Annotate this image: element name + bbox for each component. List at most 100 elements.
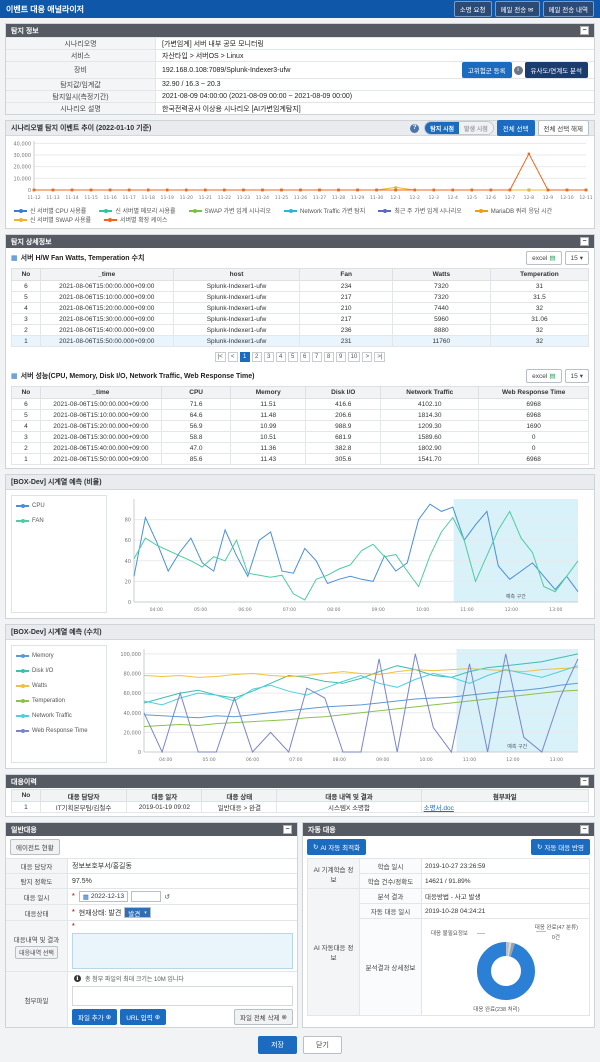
column-header: Network Traffic bbox=[381, 387, 479, 399]
table-cell: 3 bbox=[12, 314, 41, 325]
select-result-button[interactable]: 대응내역 선택 bbox=[15, 946, 58, 959]
add-url-button[interactable]: URL 입력⊕ bbox=[120, 1009, 166, 1025]
legend-label: 신 서버별 메모리 사용률 bbox=[115, 206, 175, 215]
page-button[interactable]: 9 bbox=[336, 352, 346, 362]
reset-icon[interactable]: ↺ bbox=[164, 893, 170, 901]
table-cell: 31.06 bbox=[490, 314, 588, 325]
status-select[interactable]: 발견 ▾ bbox=[124, 907, 150, 918]
delete-all-files-button[interactable]: 파일 전체 삭제⊗ bbox=[234, 1009, 293, 1025]
mail-history-button[interactable]: 메일 전송 내역 bbox=[543, 1, 595, 17]
apply-auto-response-button[interactable]: ↻ 자동 대응 반영 bbox=[531, 839, 590, 855]
page-button[interactable]: > bbox=[362, 352, 372, 362]
attachment-link[interactable]: 소명서.doc bbox=[421, 802, 588, 813]
page-button[interactable]: < bbox=[228, 352, 238, 362]
page-button[interactable]: 2 bbox=[252, 352, 262, 362]
page-button[interactable]: >| bbox=[374, 352, 385, 362]
svg-text:11-13: 11-13 bbox=[46, 195, 59, 201]
column-header: 대응 담당자 bbox=[40, 790, 127, 802]
page-button[interactable]: 10 bbox=[348, 352, 361, 362]
legend-item[interactable]: CPU bbox=[16, 501, 102, 510]
explain-request-button[interactable]: 소명 요청 bbox=[454, 1, 492, 17]
legend-item[interactable]: 최근 주 가변 임계 시나리오 bbox=[378, 206, 461, 215]
close-button[interactable]: 닫기 bbox=[303, 1036, 342, 1054]
send-mail-button[interactable]: 메일 전송 ✉ bbox=[495, 1, 540, 17]
legend-item[interactable]: 신 서버별 CPU 사용률 bbox=[14, 206, 86, 215]
ai-optimize-button[interactable]: ↻ AI 자동 최적화 bbox=[307, 839, 366, 855]
forecast-ratio-section: [BOX-Dev] 시계열 예측 (비율) CPUFAN 02040608004… bbox=[5, 474, 595, 619]
legend-swatch bbox=[14, 210, 27, 212]
select-all-button[interactable]: 전체 선택 bbox=[497, 120, 535, 136]
table-cell: 11.48 bbox=[231, 410, 306, 421]
legend-item[interactable]: Watts bbox=[16, 681, 102, 690]
time-input[interactable] bbox=[131, 891, 161, 902]
help-icon[interactable]: ? bbox=[410, 124, 419, 133]
excel-export-button[interactable]: excel ▤ bbox=[526, 369, 561, 383]
section-title: [BOX-Dev] 시계열 예측 (비율) bbox=[11, 477, 102, 487]
table-cell: 1209.30 bbox=[381, 421, 479, 432]
table-cell: 217 bbox=[300, 292, 392, 303]
result-textarea[interactable] bbox=[72, 933, 293, 969]
page-size-select[interactable]: 15 ▾ bbox=[565, 369, 590, 383]
page-button[interactable]: 6 bbox=[300, 352, 310, 362]
page-button[interactable]: 3 bbox=[264, 352, 274, 362]
learn-count-accuracy: 14621 / 91.89% bbox=[422, 874, 590, 889]
table-cell: 1541.70 bbox=[381, 454, 479, 465]
legend-label: SWAP 가변 임계 시나리오 bbox=[205, 206, 272, 215]
legend-item[interactable]: MariaDB 쿼리 응답 시간 bbox=[475, 206, 552, 215]
svg-text:60,000: 60,000 bbox=[124, 691, 142, 697]
legend-swatch bbox=[16, 715, 29, 717]
agent-status-button[interactable]: 에이전트 현황 bbox=[10, 839, 60, 855]
page-button[interactable]: 7 bbox=[312, 352, 322, 362]
legend-swatch bbox=[16, 505, 29, 507]
date-input[interactable]: ▦ 2022-12-13 bbox=[79, 891, 128, 902]
legend-item[interactable]: Memory bbox=[16, 651, 102, 660]
svg-text:예측 구간: 예측 구간 bbox=[506, 593, 526, 600]
legend-item[interactable]: Network Traffic 가변 탐지 bbox=[284, 206, 365, 215]
high-risk-register-button[interactable]: 고위험군 등록 bbox=[462, 62, 512, 78]
table-cell: 일반대응 > 완결 bbox=[202, 802, 277, 813]
table-cell: 11.36 bbox=[231, 443, 306, 454]
legend-item[interactable]: Network Traffic bbox=[16, 711, 102, 720]
deselect-all-button[interactable]: 전체 선택 해제 bbox=[538, 120, 590, 136]
collapse-icon[interactable]: − bbox=[283, 825, 292, 834]
collapse-icon[interactable]: − bbox=[580, 26, 589, 35]
legend-item[interactable]: Web Response Time bbox=[16, 726, 102, 735]
hw-table-title: 서버 H/W Fan Watts, Temperation 수치 bbox=[21, 253, 527, 263]
legend-item[interactable]: SWAP 가변 임계 시나리오 bbox=[189, 206, 272, 215]
column-header: 대응 상태 bbox=[202, 790, 277, 802]
table-cell: 1 bbox=[12, 802, 41, 813]
legend-swatch bbox=[99, 210, 112, 212]
collapse-icon[interactable]: − bbox=[580, 777, 589, 786]
legend-item[interactable]: 신 서버별 SWAP 사용률 bbox=[14, 215, 91, 224]
page-size-select[interactable]: 15 ▾ bbox=[565, 251, 590, 265]
legend-item[interactable]: 서버별 확장 케이스 bbox=[104, 215, 168, 224]
detail-section: 탐지 상세정보 − ▦ 서버 H/W Fan Watts, Temperatio… bbox=[5, 234, 595, 469]
excel-export-button[interactable]: excel ▤ bbox=[526, 251, 561, 265]
legend-item[interactable]: 신 서버별 메모리 사용률 bbox=[99, 206, 175, 215]
info-row-scenario: 시나리오명 [가변임계] 서버 내부 공모 모니터링 bbox=[6, 37, 594, 49]
toggle-detect-time[interactable]: 탐지 시점 bbox=[425, 122, 459, 134]
collapse-icon[interactable]: − bbox=[580, 237, 589, 246]
page-button[interactable]: |< bbox=[215, 352, 226, 362]
table-cell: 0 bbox=[479, 432, 589, 443]
svg-text:80: 80 bbox=[125, 518, 131, 524]
save-button[interactable]: 저장 bbox=[258, 1036, 297, 1054]
time-basis-toggle[interactable]: 탐지 시점 발생 시점 bbox=[424, 121, 494, 135]
legend-item[interactable]: FAN bbox=[16, 516, 102, 525]
legend-item[interactable]: Temperation bbox=[16, 696, 102, 705]
page-button[interactable]: 8 bbox=[324, 352, 334, 362]
auto-response-datetime: 2019-10-28 04:24:21 bbox=[422, 904, 590, 919]
table-cell: Splunk-Indexer1-ufw bbox=[173, 281, 300, 292]
detail-header: 탐지 상세정보 − bbox=[6, 235, 594, 248]
history-section: 대응이력 − No대응 담당자대응 일자대응 상태대응 내역 및 결과첨부파일1… bbox=[5, 774, 595, 817]
page-button[interactable]: 1 bbox=[240, 352, 250, 362]
legend-item[interactable]: Disk I/O bbox=[16, 666, 102, 675]
add-file-button[interactable]: 파일 추가⊕ bbox=[72, 1009, 117, 1025]
attachment-dropzone[interactable] bbox=[72, 986, 293, 1006]
collapse-icon[interactable]: − bbox=[580, 825, 589, 834]
page-button[interactable]: 5 bbox=[288, 352, 298, 362]
similarity-analysis-button[interactable]: 유사도/연계도 분석 bbox=[525, 62, 588, 78]
page-button[interactable]: 4 bbox=[276, 352, 286, 362]
toggle-occur-time[interactable]: 발생 시점 bbox=[459, 122, 493, 134]
legend-swatch bbox=[16, 700, 29, 702]
